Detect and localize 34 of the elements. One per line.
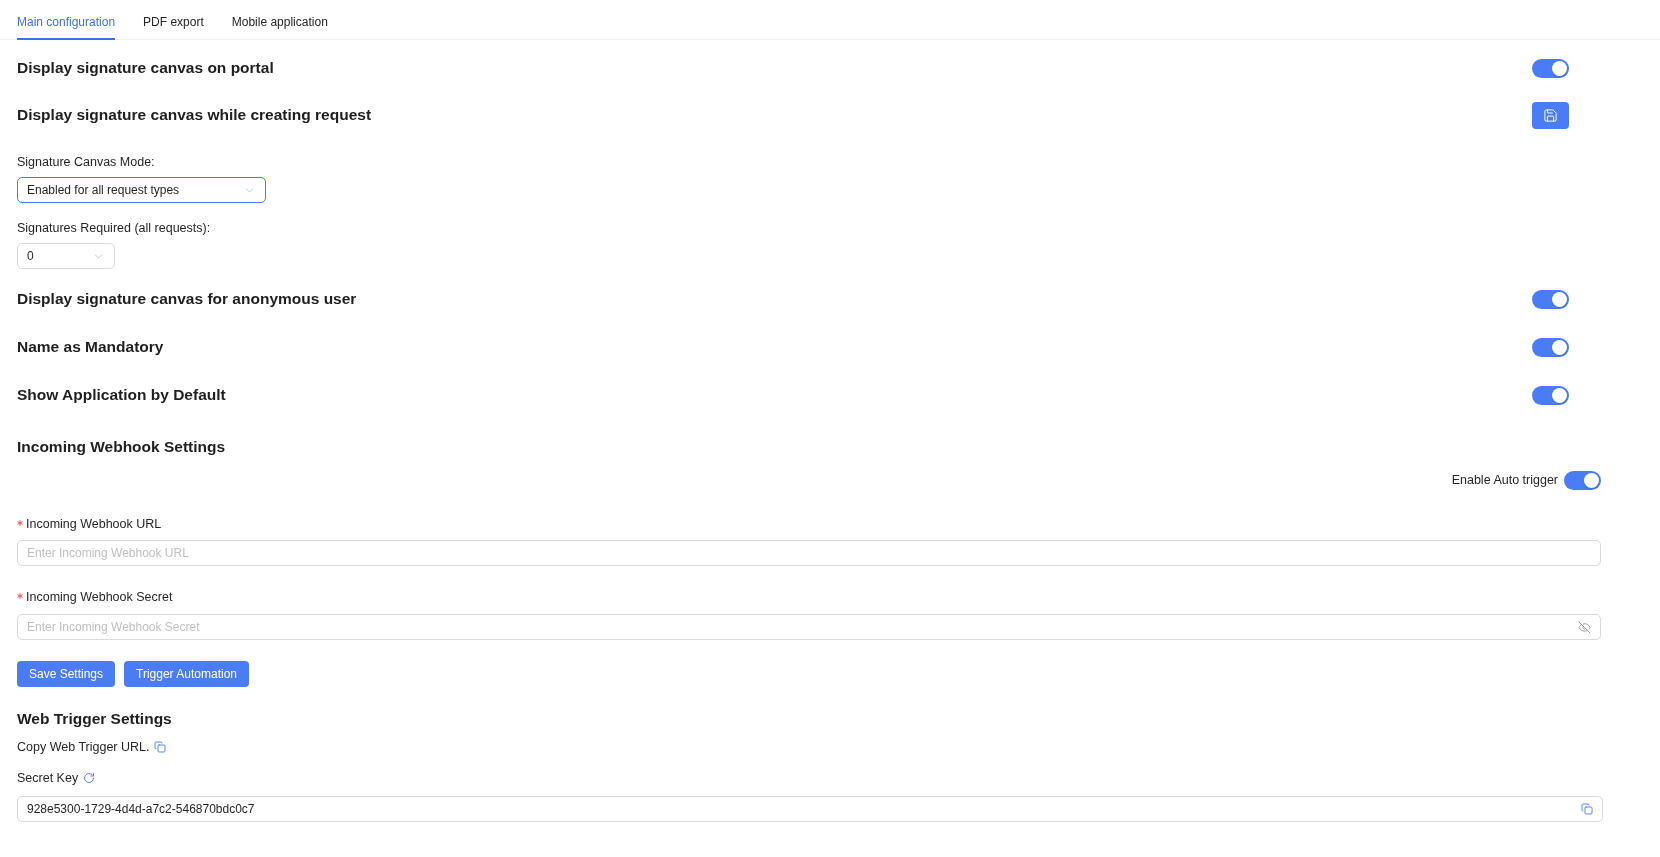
setting-title: Display signature canvas for anonymous user — [17, 289, 357, 310]
dropdown-select[interactable]: Enabled for all request types — [17, 177, 266, 203]
toggle-switch[interactable] — [1532, 58, 1569, 78]
tab[interactable]: PDF export — [143, 0, 204, 40]
setting-title: Display signature canvas while creating request — [17, 105, 372, 126]
toggle-switch[interactable] — [1532, 385, 1569, 405]
dropdown-select[interactable]: 0 — [17, 243, 115, 269]
tab[interactable]: Main configuration — [17, 0, 116, 40]
copy-url-text: Copy Web Trigger URL. — [17, 738, 150, 756]
toggle-switch[interactable] — [1532, 337, 1569, 357]
secret-key-field[interactable]: 928e5300-1729-4d4d-a7c2-546870bdc0c7 — [17, 796, 1603, 822]
field-label: Incoming Webhook URL — [26, 515, 162, 533]
section-title: Incoming Webhook Settings — [17, 437, 226, 458]
field-label: Signature Canvas Mode: — [17, 154, 155, 171]
tab[interactable]: Mobile application — [231, 0, 328, 40]
password-field[interactable]: Enter Incoming Webhook Secret — [17, 614, 1601, 640]
field-label: Signatures Required (all requests): — [17, 220, 211, 237]
refresh-icon[interactable] — [83, 772, 96, 784]
input-field[interactable]: Enter Incoming Webhook URL — [17, 540, 1601, 566]
toggle-switch[interactable] — [1532, 289, 1569, 309]
setting-title: Name as Mandatory — [17, 337, 164, 358]
field-label: Incoming Webhook Secret — [26, 588, 173, 606]
copy-icon[interactable] — [1581, 803, 1593, 815]
toggle-label: Enable Auto trigger — [1451, 471, 1558, 489]
copy-icon[interactable] — [154, 741, 167, 753]
action-button[interactable]: Trigger Automation — [124, 661, 249, 687]
setting-title: Show Application by Default — [17, 385, 226, 406]
action-button[interactable]: Save Settings — [17, 661, 116, 687]
section-title: Web Trigger Settings — [17, 709, 172, 730]
field-label: Secret Key — [17, 769, 79, 787]
setting-title: Display signature canvas on portal — [17, 58, 274, 79]
toggle-switch[interactable] — [1564, 470, 1601, 490]
save-button[interactable] — [1532, 101, 1569, 129]
eye-off-icon[interactable] — [1578, 620, 1591, 634]
